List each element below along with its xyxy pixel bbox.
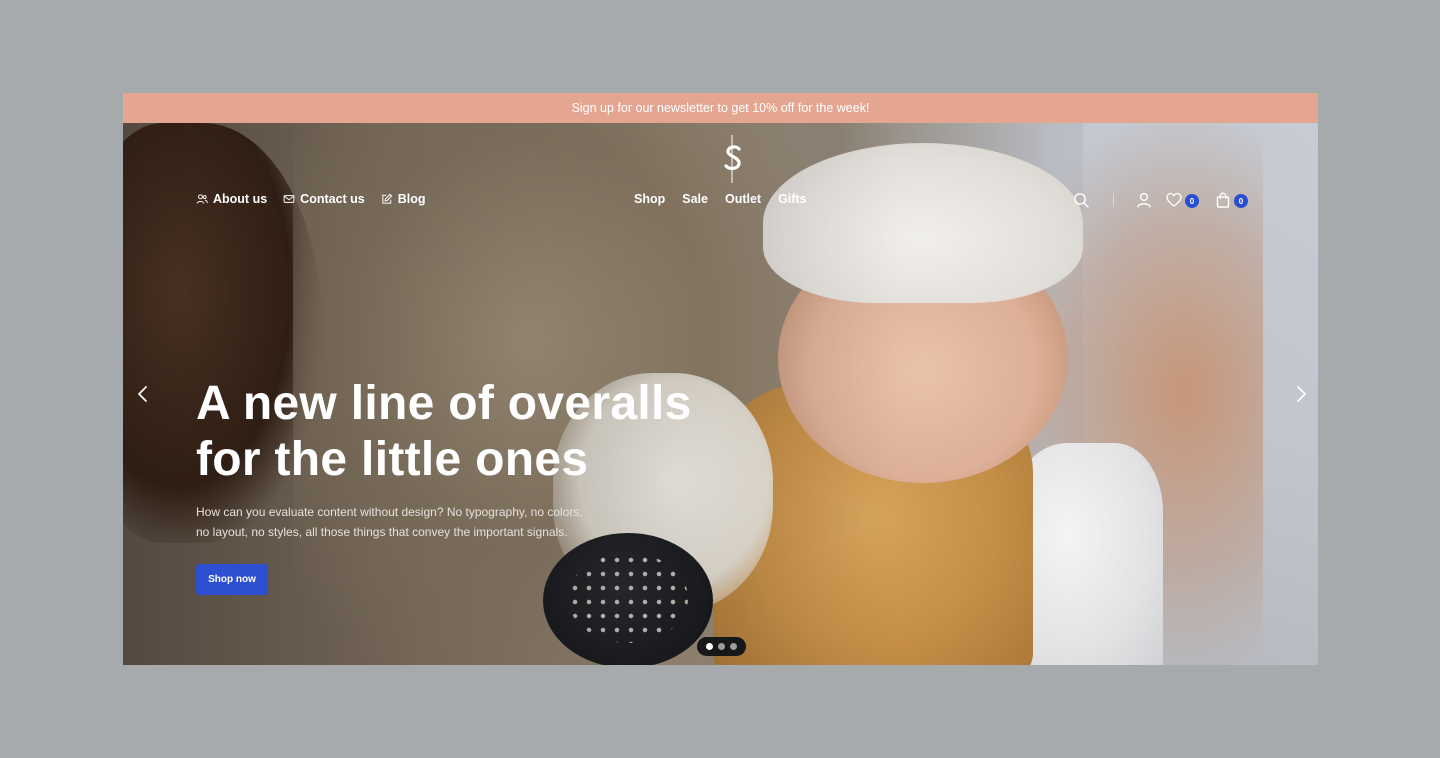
brand-logo[interactable] bbox=[720, 135, 746, 183]
shop-now-label: Shop now bbox=[208, 574, 256, 585]
nav-shop[interactable]: Shop bbox=[634, 192, 665, 206]
hero-title-line-2: for the little ones bbox=[196, 433, 589, 486]
wishlist-count-badge: 0 bbox=[1185, 194, 1199, 208]
nav-about-us-label: About us bbox=[213, 192, 268, 206]
slider-dot-1[interactable] bbox=[706, 643, 713, 650]
page-frame: Sign up for our newsletter to get 10% of… bbox=[123, 93, 1318, 665]
hero-title-line-1: A new line of overalls bbox=[196, 377, 692, 430]
wishlist-button[interactable]: 0 bbox=[1166, 192, 1199, 208]
logo-mark-icon bbox=[724, 135, 741, 183]
nav-blog[interactable]: Blog bbox=[381, 192, 426, 206]
shop-now-button[interactable]: Shop now bbox=[196, 564, 268, 595]
heart-icon bbox=[1166, 192, 1182, 207]
cart-button[interactable]: 0 bbox=[1215, 192, 1248, 208]
nav-about-us[interactable]: About us bbox=[196, 192, 267, 206]
announcement-bar[interactable]: Sign up for our newsletter to get 10% of… bbox=[123, 93, 1318, 123]
slider-dot-2[interactable] bbox=[718, 643, 725, 650]
account-button[interactable] bbox=[1136, 192, 1152, 208]
nav-gifts[interactable]: Gifts bbox=[778, 192, 806, 206]
header-actions: 0 0 bbox=[1073, 191, 1248, 209]
search-icon bbox=[1074, 193, 1089, 208]
announcement-text: Sign up for our newsletter to get 10% of… bbox=[571, 101, 870, 115]
chevron-right-icon bbox=[1297, 386, 1306, 402]
user-icon bbox=[1137, 192, 1151, 208]
mail-icon bbox=[283, 195, 295, 203]
hero-description-line-2: no layout, no styles, all those things t… bbox=[196, 525, 568, 539]
edit-icon bbox=[382, 193, 393, 204]
slider-prev-button[interactable] bbox=[135, 385, 151, 403]
hero-title: A new line of overalls for the little on… bbox=[196, 376, 756, 488]
nav-blog-label: Blog bbox=[397, 192, 426, 206]
hero-slider: About us Contact us Blog Shop Sale Outle… bbox=[123, 123, 1318, 665]
slider-pagination bbox=[697, 637, 746, 656]
nav-contact-us-label: Contact us bbox=[300, 192, 365, 206]
slider-next-button[interactable] bbox=[1293, 385, 1309, 403]
users-icon bbox=[196, 194, 208, 204]
hero-description-line-1: How can you evaluate content without des… bbox=[196, 505, 583, 519]
slider-dot-3[interactable] bbox=[730, 643, 737, 650]
shopping-bag-icon bbox=[1216, 192, 1230, 208]
main-nav: Shop Sale Outlet Gifts bbox=[634, 192, 807, 206]
nav-sale[interactable]: Sale bbox=[682, 192, 708, 206]
cart-count-badge: 0 bbox=[1234, 194, 1248, 208]
nav-outlet[interactable]: Outlet bbox=[725, 192, 761, 206]
chevron-left-icon bbox=[138, 386, 147, 402]
nav-contact-us[interactable]: Contact us bbox=[283, 192, 365, 206]
header-divider bbox=[1113, 193, 1114, 207]
secondary-nav: About us Contact us Blog bbox=[196, 192, 426, 206]
search-button[interactable] bbox=[1073, 192, 1089, 208]
hero-description: How can you evaluate content without des… bbox=[196, 502, 586, 542]
